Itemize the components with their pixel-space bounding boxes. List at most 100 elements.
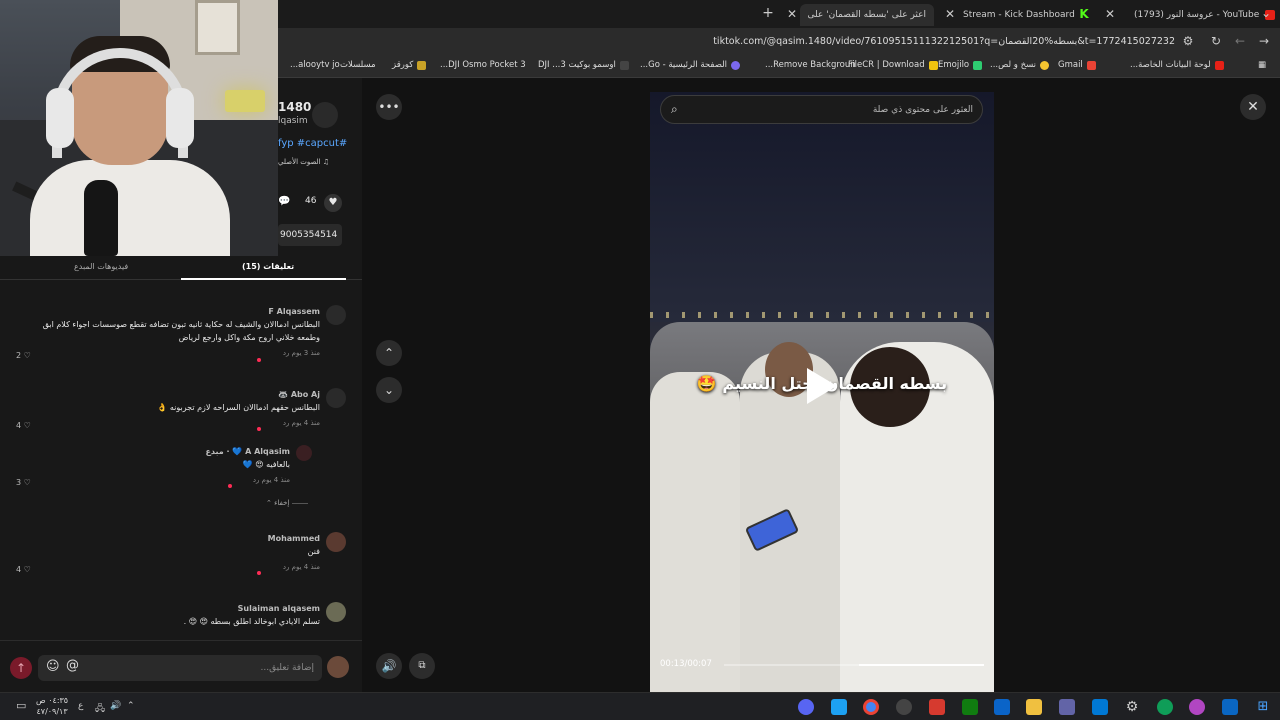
comment-meta[interactable]: منذ 4 يوم رد: [283, 419, 320, 427]
comment-meta[interactable]: منذ 4 يوم رد: [283, 563, 320, 571]
creator-like-dot: [228, 484, 232, 488]
tab-tiktok-active[interactable]: اعثر على 'بسطه القصمان' على: [800, 4, 934, 26]
bookmark-item[interactable]: مسلسلات: [340, 60, 376, 70]
notification-icon[interactable]: ▭: [16, 699, 26, 712]
url-field[interactable]: tiktok.com/@qasim.1480/video/76109515111…: [713, 36, 1175, 47]
avatar[interactable]: [326, 388, 346, 408]
comment-like[interactable]: 4 ♡: [16, 565, 31, 574]
bookmark-item[interactable]: DJI Osmo Pocket 3...: [440, 60, 526, 70]
author-handle[interactable]: 1480: [278, 100, 311, 114]
apps-icon[interactable]: ▦: [1258, 60, 1266, 70]
app-icon[interactable]: [994, 699, 1010, 715]
tab-comments[interactable]: تعليقات (15): [242, 262, 294, 271]
outlook-icon[interactable]: [1222, 699, 1238, 715]
hide-replies-button[interactable]: إخفاء ⌃: [266, 499, 308, 507]
bookmark-item[interactable]: الصفحة الرئيسية - Go...: [640, 60, 741, 70]
new-tab-icon[interactable]: +: [760, 5, 776, 21]
emoji-icon[interactable]: ☺: [46, 659, 60, 674]
site-settings-icon[interactable]: ⚙: [1180, 34, 1196, 48]
pip-icon[interactable]: ⧉: [409, 653, 435, 679]
bookmark-item[interactable]: كورقز: [392, 60, 427, 70]
store-icon[interactable]: [1092, 699, 1108, 715]
comment-like[interactable]: 3 ♡: [16, 478, 31, 487]
bookmark-item[interactable]: Remove Backgroun...: [765, 60, 856, 70]
close-tab-icon[interactable]: ✕: [942, 7, 958, 21]
tab-search-chevron-icon[interactable]: ⌄: [1258, 6, 1274, 20]
windows-taskbar: ▭ ٠٤:٣٥ ص ٤٧/٠٩/١٣ ع 🖧 🔊 ⌃ ⚙ ⊞: [0, 692, 1280, 720]
author-avatar[interactable]: [312, 102, 338, 128]
obs-icon[interactable]: [896, 699, 912, 715]
settings-icon[interactable]: ⚙: [1124, 699, 1140, 715]
share-link-field[interactable]: 9005354514: [278, 224, 342, 246]
comment-author[interactable]: Sulaiman alqasem: [238, 604, 320, 613]
bookmark-item[interactable]: Emojilo: [938, 60, 983, 70]
network-icon[interactable]: 🖧: [95, 701, 105, 717]
copilot-icon[interactable]: [1189, 699, 1205, 715]
avatar[interactable]: [296, 445, 312, 461]
video-hashtags[interactable]: #fyp #capcut: [278, 138, 347, 149]
comment-input[interactable]: [38, 655, 322, 681]
comment-author[interactable]: A Alqasim 💙 · مبدع: [205, 447, 290, 456]
video-frame[interactable]: بسطه القصمان احتل النسيم 🤩 00:13/00:07: [650, 92, 994, 692]
comment-meta[interactable]: منذ 4 يوم رد: [253, 476, 290, 484]
bookmark-item[interactable]: نسخ و لص...: [990, 60, 1050, 70]
close-tab-icon[interactable]: ✕: [784, 7, 800, 21]
bookmark-item[interactable]: Gmail: [1058, 60, 1096, 70]
avatar[interactable]: [326, 602, 346, 622]
volume-icon[interactable]: 🔊: [376, 653, 402, 679]
tab-kick[interactable]: Stream - Kick Dashboard: [955, 4, 1083, 26]
search-input[interactable]: [695, 100, 973, 120]
tab-youtube[interactable]: YouTube - عروسة النور (1793): [1126, 4, 1280, 26]
search-icon[interactable]: ⌕: [671, 102, 678, 117]
author-name[interactable]: lqasim: [278, 116, 308, 126]
emojilo-icon: [973, 60, 983, 70]
comment-like[interactable]: 4 ♡: [16, 421, 31, 430]
emoji-bookmark-icon: [1040, 60, 1050, 70]
comment-like[interactable]: 2 ♡: [16, 351, 31, 360]
discord-icon[interactable]: [798, 699, 814, 715]
reload-icon[interactable]: ↻: [1208, 34, 1224, 48]
facebook-app-icon[interactable]: [831, 699, 847, 715]
heart-icon[interactable]: ♥: [324, 194, 342, 212]
volume-tray-icon[interactable]: 🔊: [110, 701, 121, 711]
send-icon[interactable]: ↑: [10, 657, 32, 679]
chevron-down-icon[interactable]: ⌄: [376, 377, 402, 403]
bookmark-item[interactable]: alooytv jo...: [290, 60, 340, 70]
app-icon[interactable]: [929, 699, 945, 715]
bookmark-item[interactable]: FileCR | Download: [848, 60, 938, 70]
bookmark-item[interactable]: اوسمو بوكيت 3... DJI: [538, 60, 629, 70]
avatar[interactable]: [326, 532, 346, 552]
bookmark-item[interactable]: لوحة البيانات الخاصة...: [1130, 60, 1224, 70]
tray-chevron-icon[interactable]: ⌃: [127, 701, 135, 711]
teams-icon[interactable]: [1059, 699, 1075, 715]
more-icon[interactable]: •••: [376, 94, 402, 120]
play-icon[interactable]: [807, 368, 837, 404]
close-icon[interactable]: ✕: [1240, 94, 1266, 120]
edge-icon[interactable]: [1157, 699, 1173, 715]
tab-creator-videos[interactable]: فيديوهات المبدع: [74, 262, 128, 271]
related-search-bar: ⌕: [660, 95, 983, 124]
windows-start-icon[interactable]: ⊞: [1255, 699, 1271, 715]
comment-author[interactable]: F Alqassem: [268, 307, 320, 316]
xbox-icon[interactable]: [962, 699, 978, 715]
progress-fill: [859, 664, 984, 666]
heart-outline-icon: ♡: [23, 478, 31, 487]
comment-author[interactable]: Abo Aj 🦝: [278, 390, 320, 399]
avatar: [327, 656, 349, 678]
chrome-icon[interactable]: [863, 699, 879, 715]
at-icon[interactable]: @: [66, 658, 79, 673]
back-icon[interactable]: ←: [1232, 34, 1248, 48]
language-indicator[interactable]: ع: [78, 701, 83, 711]
file-explorer-icon[interactable]: [1026, 699, 1042, 715]
sound-label[interactable]: الصوت الأصلي ♫: [278, 158, 329, 166]
avatar[interactable]: [326, 305, 346, 325]
creator-like-dot: [257, 571, 261, 575]
clock[interactable]: ٠٤:٣٥ ص ٤٧/٠٩/١٣: [36, 695, 68, 717]
forward-icon[interactable]: →: [1256, 34, 1272, 48]
chevron-up-icon[interactable]: ⌃: [376, 340, 402, 366]
active-tab-indicator: [181, 278, 346, 280]
comment-icon[interactable]: 💬: [278, 196, 290, 207]
comment-meta[interactable]: منذ 3 يوم رد: [283, 349, 320, 357]
comment-author[interactable]: Mohammed: [268, 534, 320, 543]
close-tab-icon[interactable]: ✕: [1102, 7, 1118, 21]
